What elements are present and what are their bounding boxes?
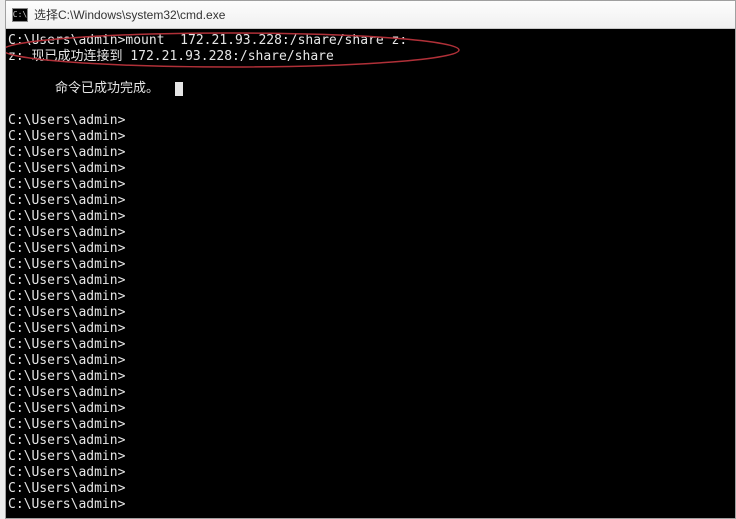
terminal-prompt-line: C:\Users\admin> (8, 145, 733, 161)
window-title: 选择C:\Windows\system32\cmd.exe (34, 6, 225, 23)
terminal-prompt-line: C:\Users\admin> (8, 497, 733, 513)
terminal-prompt-line: C:\Users\admin> (8, 241, 733, 257)
terminal-prompt-line: C:\Users\admin> (8, 209, 733, 225)
terminal-line-cmd: C:\Users\admin>mount 172.21.93.228:/shar… (8, 33, 733, 49)
text-cursor (175, 82, 183, 96)
terminal-prompt-line: C:\Users\admin> (8, 369, 733, 385)
terminal-prompt-line: C:\Users\admin> (8, 225, 733, 241)
titlebar[interactable]: C:\ 选择C:\Windows\system32\cmd.exe (6, 1, 735, 29)
terminal-prompt-line: C:\Users\admin> (8, 273, 733, 289)
cmd-icon-text: C:\ (13, 11, 27, 19)
terminal-prompt-line: C:\Users\admin> (8, 321, 733, 337)
terminal-prompt-line: C:\Users\admin> (8, 113, 733, 129)
terminal-prompt-line: C:\Users\admin> (8, 449, 733, 465)
success-text: 命令已成功完成。 (55, 81, 159, 96)
terminal-prompt-line: C:\Users\admin> (8, 289, 733, 305)
terminal-prompt-line: C:\Users\admin> (8, 401, 733, 417)
terminal-line-status: z: 现已成功连接到 172.21.93.228:/share/share (8, 49, 733, 65)
terminal-prompt-line: C:\Users\admin> (8, 385, 733, 401)
terminal-prompt-line: C:\Users\admin> (8, 337, 733, 353)
terminal-prompt-line: C:\Users\admin> (8, 353, 733, 369)
terminal-prompt-line: C:\Users\admin> (8, 177, 733, 193)
prompt-lines-container: C:\Users\admin>C:\Users\admin>C:\Users\a… (8, 113, 733, 513)
terminal-prompt-line: C:\Users\admin> (8, 433, 733, 449)
terminal-prompt-line: C:\Users\admin> (8, 465, 733, 481)
cmd-icon: C:\ (12, 8, 28, 22)
terminal-prompt-line: C:\Users\admin> (8, 161, 733, 177)
terminal-prompt-line: C:\Users\admin> (8, 257, 733, 273)
cmd-window: C:\ 选择C:\Windows\system32\cmd.exe C:\Use… (5, 0, 736, 519)
terminal-prompt-line: C:\Users\admin> (8, 417, 733, 433)
terminal-line-success: 命令已成功完成。 (8, 65, 733, 113)
terminal-prompt-line: C:\Users\admin> (8, 481, 733, 497)
terminal-body[interactable]: C:\Users\admin>mount 172.21.93.228:/shar… (6, 29, 735, 518)
terminal-prompt-line: C:\Users\admin> (8, 193, 733, 209)
terminal-prompt-line: C:\Users\admin> (8, 129, 733, 145)
terminal-prompt-line: C:\Users\admin> (8, 305, 733, 321)
